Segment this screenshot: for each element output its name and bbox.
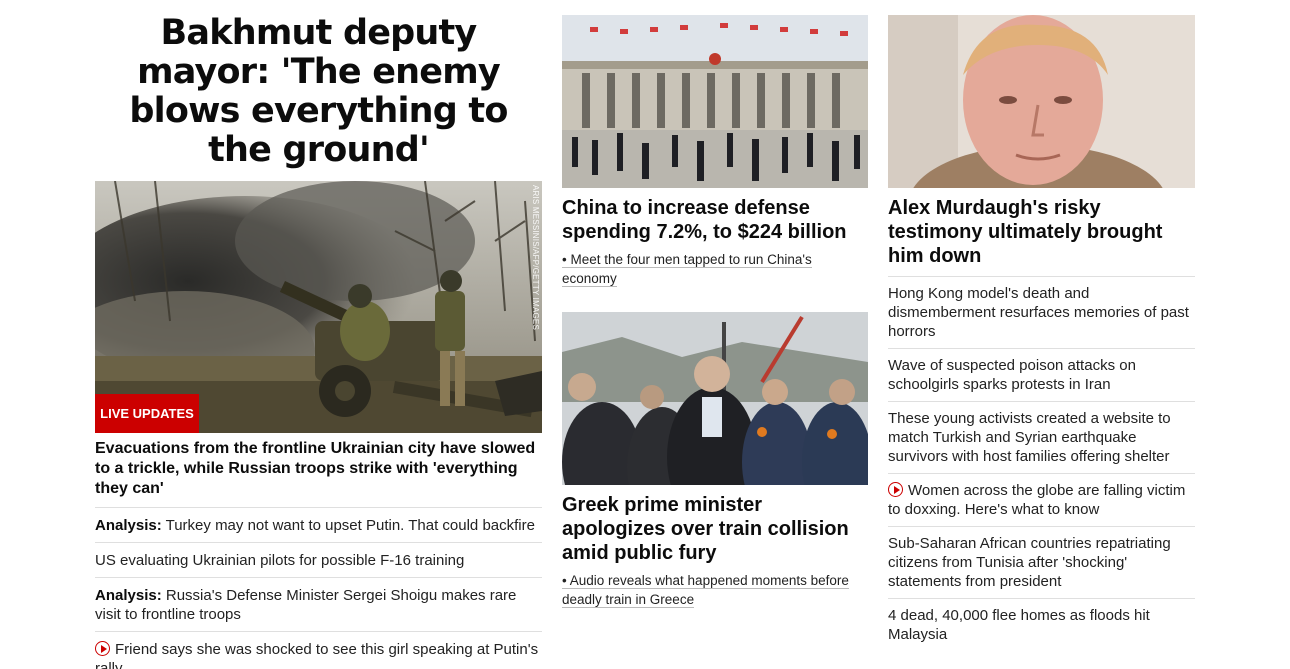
list-item-text: Friend says she was shocked to see this … [95, 641, 539, 669]
great-hall-photo[interactable] [562, 15, 868, 188]
play-icon [95, 641, 110, 656]
analysis-label: Analysis: [95, 517, 162, 534]
list-item-text: 4 dead, 40,000 flee homes as floods hit … [888, 607, 1150, 643]
greek-pm-photo[interactable] [562, 312, 868, 485]
china-sublink-text: • Meet the four men tapped to run China'… [562, 252, 812, 287]
greece-story-title[interactable]: Greek prime minister apologizes over tra… [562, 493, 868, 565]
china-story-title[interactable]: China to increase defense spending 7.2%,… [562, 196, 868, 244]
lead-story-link[interactable]: Evacuations from the frontline Ukrainian… [95, 439, 542, 499]
headlines-list: Hong Kong model's death and dismembermen… [888, 276, 1195, 651]
list-item-text: Hong Kong model's death and dismembermen… [888, 285, 1189, 340]
list-item[interactable]: Women across the globe are falling victi… [888, 473, 1195, 526]
artillery-photo[interactable]: ARIS MESSINIS/AFP/GETTY IMAGES LIVE UPDA… [95, 181, 542, 433]
live-updates-badge[interactable]: LIVE UPDATES [95, 394, 199, 433]
main-story-column: Bakhmut deputy mayor: 'The enemy blows e… [95, 14, 542, 669]
murdaugh-photo[interactable] [888, 15, 1195, 188]
greece-sublink-text: • Audio reveals what happened moments be… [562, 573, 849, 608]
list-item-text: Turkey may not want to upset Putin. That… [165, 517, 535, 534]
third-stories-column: Alex Murdaugh's risky testimony ultimate… [888, 15, 1195, 651]
list-item-text: Wave of suspected poison attacks on scho… [888, 357, 1136, 393]
list-item[interactable]: Wave of suspected poison attacks on scho… [888, 348, 1195, 401]
greek-pm-illustration [562, 312, 868, 485]
list-item[interactable]: Friend says she was shocked to see this … [95, 631, 542, 669]
main-headline[interactable]: Bakhmut deputy mayor: 'The enemy blows e… [95, 14, 542, 170]
list-item[interactable]: US evaluating Ukrainian pilots for possi… [95, 542, 542, 577]
list-item[interactable]: 4 dead, 40,000 flee homes as floods hit … [888, 598, 1195, 651]
great-hall-illustration [562, 15, 868, 188]
china-sublink[interactable]: • Meet the four men tapped to run China'… [562, 250, 868, 288]
analysis-label: Analysis: [95, 587, 162, 604]
china-story: China to increase defense spending 7.2%,… [562, 15, 868, 288]
list-item-text: These young activists created a website … [888, 410, 1171, 465]
list-item-text: US evaluating Ukrainian pilots for possi… [95, 552, 465, 569]
murdaugh-illustration [888, 15, 1195, 188]
list-item-text: Sub-Saharan African countries repatriati… [888, 535, 1171, 590]
greece-story: Greek prime minister apologizes over tra… [562, 312, 868, 609]
list-item[interactable]: Analysis: Turkey may not want to upset P… [95, 507, 542, 542]
list-item-text: Women across the globe are falling victi… [888, 482, 1186, 518]
murdaugh-story-title[interactable]: Alex Murdaugh's risky testimony ultimate… [888, 196, 1195, 268]
image-credit: ARIS MESSINIS/AFP/GETTY IMAGES [531, 185, 540, 330]
list-item[interactable]: These young activists created a website … [888, 401, 1195, 473]
greece-sublink[interactable]: • Audio reveals what happened moments be… [562, 571, 868, 609]
play-icon [888, 482, 903, 497]
list-item[interactable]: Hong Kong model's death and dismembermen… [888, 276, 1195, 348]
secondary-stories-column: China to increase defense spending 7.2%,… [562, 15, 868, 609]
list-item[interactable]: Analysis: Russia's Defense Minister Serg… [95, 577, 542, 631]
related-stories-list: Analysis: Turkey may not want to upset P… [95, 507, 542, 669]
list-item[interactable]: Sub-Saharan African countries repatriati… [888, 526, 1195, 598]
